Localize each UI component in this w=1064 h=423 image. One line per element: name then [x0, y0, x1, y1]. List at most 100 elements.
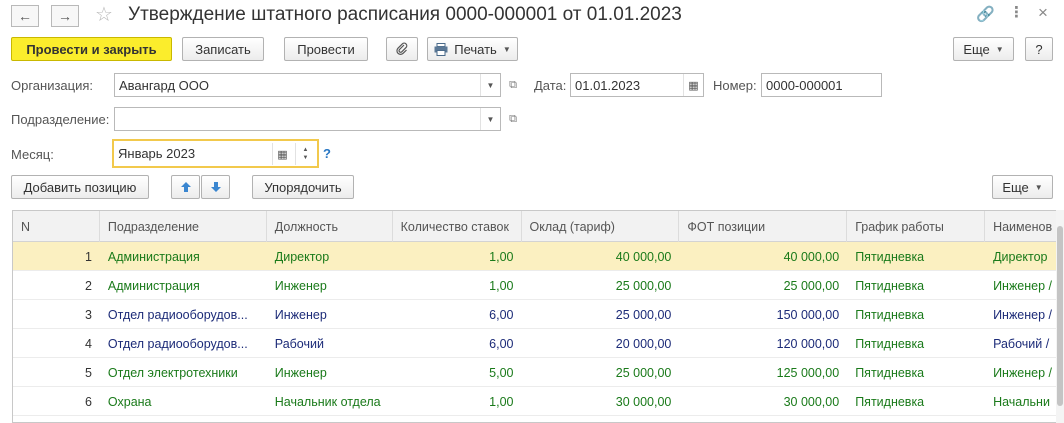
table-cell-rates[interactable]: 1,00 — [393, 242, 522, 271]
table-cell-position[interactable]: Инженер — [267, 271, 393, 300]
column-header-fot[interactable]: ФОТ позиции — [679, 211, 848, 242]
table-cell-position[interactable]: Инженер — [267, 358, 393, 387]
table-cell-n[interactable]: 4 — [13, 329, 100, 358]
month-field[interactable]: Январь 2023 ▦ ▲ ▼ — [112, 139, 319, 168]
month-help-icon[interactable]: ? — [323, 146, 331, 161]
chevron-down-icon: ▼ — [995, 44, 1004, 54]
table-cell-n[interactable]: 6 — [13, 387, 100, 416]
back-button[interactable]: ← — [11, 5, 39, 27]
table-cell-fot[interactable]: 150 000,00 — [679, 300, 847, 329]
sort-button[interactable]: Упорядочить — [252, 175, 354, 199]
add-position-button[interactable]: Добавить позицию — [11, 175, 149, 199]
column-header-name[interactable]: Наименов — [985, 211, 1064, 242]
calendar-icon[interactable]: ▦ — [272, 143, 292, 165]
move-up-button[interactable] — [171, 175, 200, 199]
table-cell-name[interactable]: Начальни — [985, 387, 1064, 416]
table-cell-schedule[interactable]: Пятидневка — [847, 387, 985, 416]
table-cell-n[interactable]: 5 — [13, 358, 100, 387]
table-cell-salary[interactable]: 25 000,00 — [522, 300, 680, 329]
open-icon[interactable]: ⧉ — [504, 76, 522, 94]
table-cell-salary[interactable]: 25 000,00 — [522, 271, 680, 300]
table-cell-fot[interactable]: 120 000,00 — [679, 329, 847, 358]
column-header-rates[interactable]: Количество ставок — [393, 211, 522, 242]
calendar-icon[interactable]: ▦ — [683, 74, 703, 96]
link-icon[interactable]: 🔗 — [976, 5, 995, 23]
move-down-button[interactable] — [201, 175, 230, 199]
date-label: Дата: — [534, 78, 567, 93]
table-cell-rates[interactable]: 5,00 — [393, 358, 522, 387]
table-cell-division[interactable]: Администрация — [100, 271, 267, 300]
table-cell-rates[interactable]: 6,00 — [393, 300, 522, 329]
attach-button[interactable] — [386, 37, 418, 61]
date-field[interactable]: 01.01.2023 ▦ — [570, 73, 704, 97]
table-cell-fot[interactable]: 25 000,00 — [679, 271, 847, 300]
table-cell-salary[interactable]: 30 000,00 — [522, 387, 680, 416]
table-cell-fot[interactable]: 30 000,00 — [679, 387, 847, 416]
table-cell-rates[interactable]: 1,00 — [393, 387, 522, 416]
month-label: Месяц: — [11, 147, 54, 162]
print-button[interactable]: Печать ▼ — [427, 37, 518, 61]
table-more-button[interactable]: Еще ▼ — [992, 175, 1053, 199]
table-row[interactable]: 4 Отдел радиооборудов... Рабочий 6,00 20 000… — [13, 329, 1064, 358]
close-icon[interactable]: × — [1038, 3, 1048, 23]
table-cell-division[interactable]: Администрация — [100, 242, 267, 271]
column-header-position[interactable]: Должность — [267, 211, 393, 242]
organization-label: Организация: — [11, 78, 94, 93]
table-cell-rates[interactable]: 1,00 — [393, 271, 522, 300]
table-row[interactable]: 5 Отдел электротехники Инженер 5,00 25 000,0… — [13, 358, 1064, 387]
table-row[interactable]: 3 Отдел радиооборудов... Инженер 6,00 25 000… — [13, 300, 1064, 329]
help-button[interactable]: ? — [1025, 37, 1053, 61]
table-cell-position[interactable]: Инженер — [267, 300, 393, 329]
table-cell-position[interactable]: Начальник отдела — [267, 387, 393, 416]
chevron-down-icon[interactable]: ▼ — [303, 154, 309, 162]
chevron-up-icon[interactable]: ▲ — [303, 146, 309, 154]
organization-field[interactable]: Авангард ООО ▼ — [114, 73, 501, 97]
table-row[interactable]: 2 Администрация Инженер 1,00 25 000,00 25 000… — [13, 271, 1064, 300]
division-field[interactable]: ▼ — [114, 107, 501, 131]
more-button[interactable]: Еще ▼ — [953, 37, 1014, 61]
table-cell-division[interactable]: Отдел электротехники — [100, 358, 267, 387]
column-header-n[interactable]: N — [13, 211, 100, 242]
table-row[interactable]: 6 Охрана Начальник отдела 1,00 30 000,00 30 0… — [13, 387, 1064, 416]
chevron-down-icon[interactable]: ▼ — [480, 108, 500, 130]
table-cell-schedule[interactable]: Пятидневка — [847, 358, 985, 387]
table-cell-name[interactable]: Рабочий / — [985, 329, 1064, 358]
open-icon[interactable]: ⧉ — [504, 110, 522, 128]
table-cell-rates[interactable]: 6,00 — [393, 329, 522, 358]
table-cell-division[interactable]: Отдел радиооборудов... — [100, 329, 267, 358]
table-cell-n[interactable]: 2 — [13, 271, 100, 300]
forward-button[interactable]: → — [51, 5, 79, 27]
chevron-down-icon[interactable]: ▼ — [480, 74, 500, 96]
save-button[interactable]: Записать — [182, 37, 264, 61]
table-cell-position[interactable]: Рабочий — [267, 329, 393, 358]
table-cell-name[interactable]: Инженер / — [985, 271, 1064, 300]
table-cell-division[interactable]: Отдел радиооборудов... — [100, 300, 267, 329]
table-cell-salary[interactable]: 25 000,00 — [522, 358, 680, 387]
column-header-salary[interactable]: Оклад (тариф) — [522, 211, 680, 242]
table-cell-n[interactable]: 1 — [13, 242, 100, 271]
table-cell-schedule[interactable]: Пятидневка — [847, 242, 985, 271]
table-scrollbar-thumb[interactable] — [1057, 226, 1063, 406]
table-cell-division[interactable]: Охрана — [100, 387, 267, 416]
table-cell-schedule[interactable]: Пятидневка — [847, 300, 985, 329]
star-icon[interactable]: ☆ — [95, 2, 113, 27]
post-button[interactable]: Провести — [284, 37, 368, 61]
table-cell-name[interactable]: Инженер / — [985, 300, 1064, 329]
month-stepper[interactable]: ▲ ▼ — [295, 143, 315, 165]
post-and-close-button[interactable]: Провести и закрыть — [11, 37, 172, 61]
table-cell-fot[interactable]: 40 000,00 — [679, 242, 847, 271]
column-header-schedule[interactable]: График работы — [847, 211, 986, 242]
table-cell-salary[interactable]: 20 000,00 — [522, 329, 680, 358]
number-field[interactable]: 0000-000001 — [761, 73, 882, 97]
table-cell-name[interactable]: Инженер / — [985, 358, 1064, 387]
table-cell-fot[interactable]: 125 000,00 — [679, 358, 847, 387]
table-cell-n[interactable]: 3 — [13, 300, 100, 329]
table-cell-position[interactable]: Директор — [267, 242, 393, 271]
table-cell-salary[interactable]: 40 000,00 — [522, 242, 680, 271]
table-cell-schedule[interactable]: Пятидневка — [847, 271, 985, 300]
table-row[interactable]: 1 Администрация Директор 1,00 40 000,00 40 00… — [13, 242, 1064, 271]
table-cell-name[interactable]: Директор — [985, 242, 1064, 271]
column-header-division[interactable]: Подразделение — [100, 211, 267, 242]
table-cell-schedule[interactable]: Пятидневка — [847, 329, 985, 358]
kebab-menu-icon[interactable]: ⋮ — [1009, 3, 1024, 21]
